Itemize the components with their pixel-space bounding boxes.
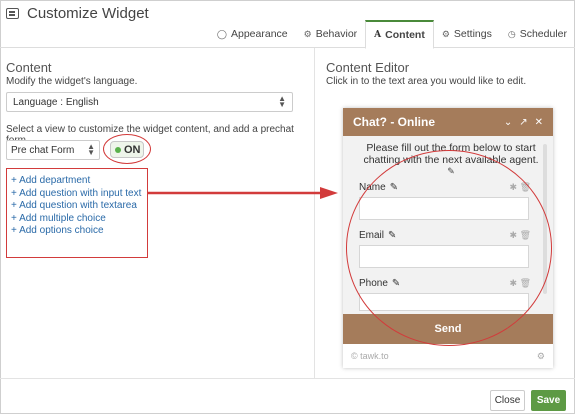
add-multiple-choice-link[interactable]: + Add multiple choice (11, 213, 143, 226)
widget-header[interactable]: Chat? - Online ⌄ ↗ ✕ (343, 108, 553, 136)
circle-icon: ◯ (216, 28, 227, 39)
annotation-arrow (148, 187, 338, 199)
add-links-box: + Add department + Add question with inp… (6, 168, 148, 258)
content-heading: Content (6, 60, 52, 75)
title-row: Customize Widget (6, 5, 149, 22)
tab-label: Settings (453, 28, 492, 40)
tab-appearance[interactable]: ◯ Appearance (209, 20, 296, 48)
tab-label: Appearance (231, 28, 288, 40)
gears-icon: ⚙ (303, 28, 312, 39)
popout-icon[interactable]: ↗ (519, 117, 527, 128)
dialog-footer: Close Save (0, 378, 575, 414)
widget-footer: © tawk.to ⚙ (343, 344, 553, 368)
widget-title[interactable]: Chat? - Online (353, 115, 435, 129)
select-arrows-icon: ▲ ▼ (87, 142, 95, 157)
widget-controls: ⌄ ↗ ✕ (504, 117, 543, 128)
font-icon: A (374, 30, 382, 40)
annotation-circle (103, 134, 151, 164)
add-input-question-link[interactable]: + Add question with input text (11, 188, 143, 201)
tab-label: Content (385, 29, 425, 41)
add-options-choice-link[interactable]: + Add options choice (11, 225, 143, 238)
tab-scheduler[interactable]: ◷ Scheduler (500, 20, 575, 48)
widget-window-icon (6, 8, 19, 19)
tab-content[interactable]: A Content (365, 20, 434, 49)
select-arrows-icon: ▲ ▼ (278, 94, 286, 109)
close-button[interactable]: Close (490, 390, 525, 411)
branding-text: © tawk.to (351, 351, 389, 361)
tab-label: Scheduler (519, 28, 567, 40)
content-panel: Content Modify the widget's language. La… (0, 48, 315, 378)
tab-behavior[interactable]: ⚙ Behavior (296, 20, 366, 48)
save-button[interactable]: Save (531, 390, 566, 411)
view-select-value: Pre chat Form (11, 145, 75, 156)
minimize-icon[interactable]: ⌄ (504, 117, 512, 128)
tab-bar: ◯ Appearance ⚙ Behavior A Content ⚙ Sett… (209, 20, 575, 49)
dialog-title: Customize Widget (27, 5, 149, 22)
add-department-link[interactable]: + Add department (11, 175, 143, 188)
gear-icon: ⚙ (441, 28, 450, 39)
tab-label: Behavior (315, 28, 358, 40)
dialog-header: Customize Widget ◯ Appearance ⚙ Behavior… (0, 0, 575, 49)
annotation-circle (346, 150, 552, 346)
clock-icon: ◷ (507, 28, 516, 39)
language-select-value: Language : English (13, 97, 99, 108)
editor-heading: Content Editor (326, 60, 410, 75)
view-select[interactable]: Pre chat Form ▲ ▼ (6, 140, 100, 160)
add-textarea-question-link[interactable]: + Add question with textarea (11, 200, 143, 213)
tab-settings[interactable]: ⚙ Settings (434, 20, 500, 48)
editor-subtitle: Click in to the text area you would like… (326, 76, 527, 87)
content-subtitle: Modify the widget's language. (6, 76, 138, 87)
gear-icon[interactable]: ⚙ (537, 351, 545, 362)
language-select[interactable]: Language : English ▲ ▼ (6, 92, 293, 112)
close-icon[interactable]: ✕ (535, 117, 543, 128)
